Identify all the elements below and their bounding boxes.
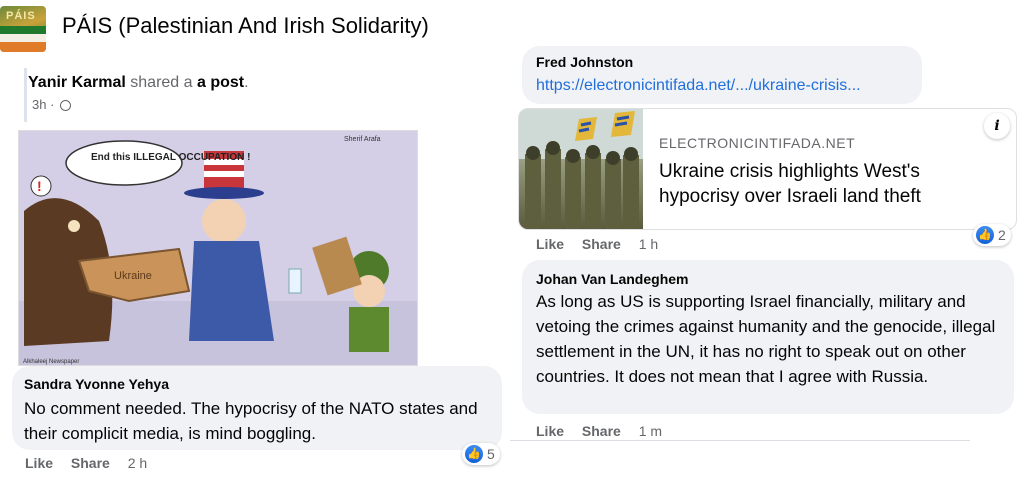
like-button[interactable]: Like: [536, 423, 564, 439]
uncle-sam-coat: [189, 241, 274, 341]
info-icon[interactable]: i: [984, 113, 1010, 139]
like-button[interactable]: Like: [25, 455, 53, 471]
group-title[interactable]: PÁIS (Palestinian And Irish Solidarity): [62, 13, 429, 39]
like-reaction-icon: 👍: [465, 445, 483, 463]
share-line: Yanir Karmal shared a a post.: [28, 74, 249, 91]
divider: [510, 440, 970, 441]
like-button[interactable]: Like: [536, 236, 564, 252]
cartoon-signature: Sherif Arafa: [344, 136, 381, 143]
cartoon-credit: Alkhaleej Newspaper: [23, 359, 79, 365]
comment-author[interactable]: Johan Van Landeghem: [536, 271, 688, 287]
share-button[interactable]: Share: [71, 455, 110, 471]
reaction-count-text: 2: [998, 227, 1006, 243]
comment-actions: Like Share 1 h: [536, 236, 672, 252]
post-time-text: 3h ·: [32, 97, 55, 112]
cartoon-svg: Ukraine End this ILLEGAL OCCUPATION ! ! …: [19, 131, 417, 365]
flag-white-stripe: [0, 34, 46, 42]
comment-time[interactable]: 2 h: [128, 455, 147, 471]
soldiers-image: [519, 109, 643, 229]
comment-time[interactable]: 1 h: [639, 236, 658, 252]
comment-actions: Like Share 1 m: [536, 423, 676, 439]
comment-author[interactable]: Sandra Yvonne Yehya: [24, 376, 169, 392]
sharer-name[interactable]: Yanir Karmal: [28, 74, 126, 91]
share-button[interactable]: Share: [582, 236, 621, 252]
comment-time[interactable]: 1 m: [639, 423, 662, 439]
link-title[interactable]: Ukraine crisis highlights West's hypocri…: [659, 159, 989, 209]
speech-text: End this ILLEGAL OCCUPATION !: [91, 152, 250, 163]
link-domain: ELECTRONICINTIFADA.NET: [659, 135, 856, 151]
post-cartoon-image[interactable]: Ukraine End this ILLEGAL OCCUPATION ! ! …: [18, 130, 418, 366]
comment-bubble: Sandra Yvonne Yehya No comment needed. T…: [12, 366, 502, 450]
ukraine-label: Ukraine: [114, 270, 152, 282]
exclaim-text: !: [37, 178, 42, 194]
reaction-count-text: 5: [487, 446, 495, 462]
share-button[interactable]: Share: [582, 423, 621, 439]
comment-text: No comment needed. The hypocrisy of the …: [24, 399, 478, 443]
globe-icon: [60, 100, 72, 111]
flag-orange-stripe: [0, 42, 46, 52]
group-avatar[interactable]: PÁIS: [0, 6, 46, 52]
share-indicator-bar: [24, 68, 27, 122]
reaction-count[interactable]: 👍 2: [973, 224, 1011, 246]
comment-text: As long as US is supporting Israel finan…: [536, 292, 996, 386]
flag-green-stripe: [0, 26, 46, 34]
like-reaction-icon: 👍: [976, 226, 994, 244]
comment-author[interactable]: Fred Johnston: [536, 54, 633, 70]
comment-bubble: Fred Johnston https://electronicintifada…: [522, 46, 922, 104]
post-link[interactable]: post: [210, 74, 244, 91]
avatar-text: PÁIS: [6, 10, 36, 22]
shared-a-text: shared a: [130, 74, 193, 91]
link-preview-card[interactable]: ELECTRONICINTIFADA.NET Ukraine crisis hi…: [518, 108, 1017, 230]
reaction-count[interactable]: 👍 5: [462, 443, 500, 465]
post-timestamp[interactable]: 3h ·: [32, 97, 72, 112]
comment-link[interactable]: https://electronicintifada.net/.../ukrai…: [536, 73, 861, 98]
comment-bubble: Johan Van Landeghem As long as US is sup…: [522, 260, 1014, 414]
comment-actions: Like Share 2 h: [25, 455, 161, 471]
